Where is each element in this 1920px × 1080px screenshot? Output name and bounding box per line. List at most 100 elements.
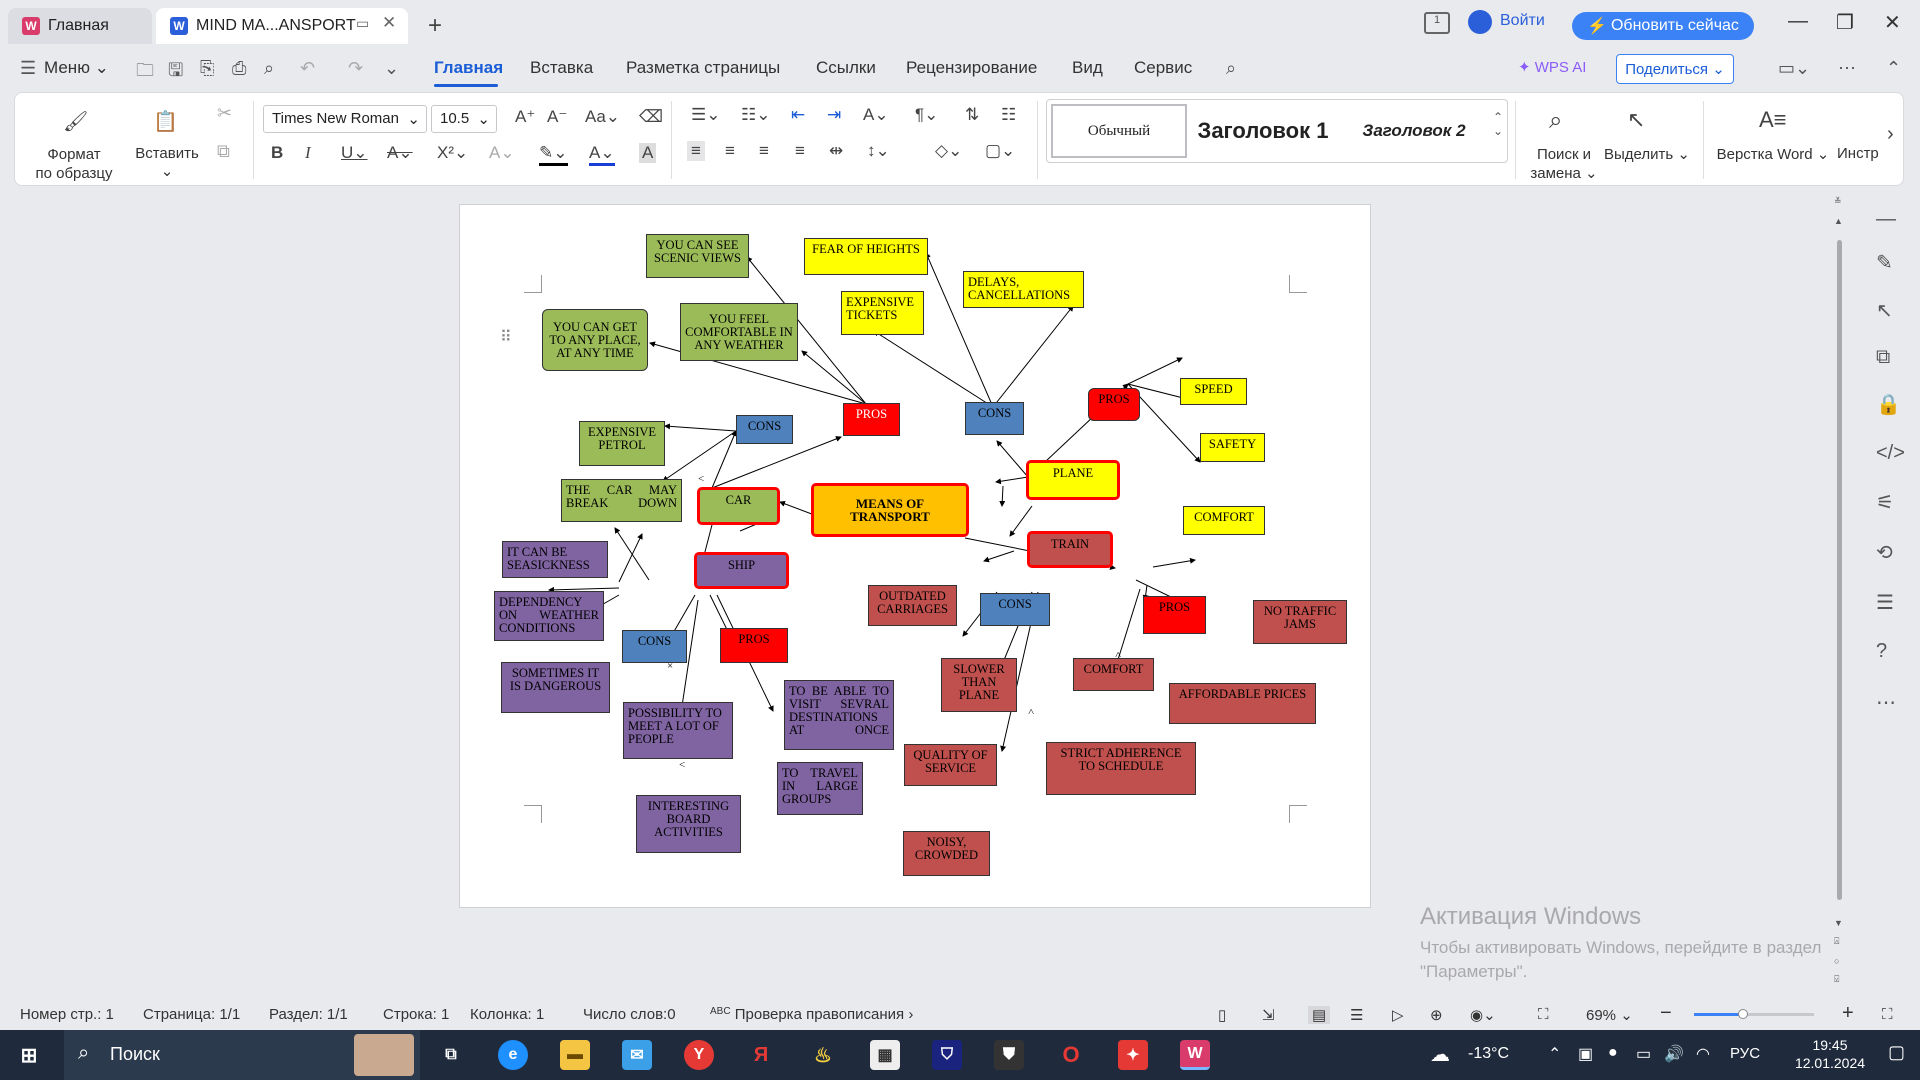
- node-ship-pro-activities[interactable]: INTERESTING BOARD ACTIVITIES: [636, 795, 741, 853]
- hamburger-icon[interactable]: ☰: [20, 58, 36, 79]
- status-page-number[interactable]: Номер стр.: 1: [20, 1006, 114, 1023]
- format-painter-button[interactable]: Формат по образцу: [29, 145, 119, 183]
- node-car-con-breakdown[interactable]: THE CAR MAY BREAK DOWN: [561, 479, 682, 522]
- kinopoisk-icon[interactable]: ♨: [808, 1040, 838, 1070]
- node-car-pro-comfort[interactable]: YOU FEEL COMFORTABLE IN ANY WEATHER: [680, 303, 798, 361]
- char-shading-icon[interactable]: A: [639, 143, 657, 163]
- minimize-icon[interactable]: —: [1788, 10, 1808, 33]
- lock-icon[interactable]: 🔒: [1876, 392, 1901, 417]
- cut-icon[interactable]: ✂: [217, 103, 232, 124]
- export-icon[interactable]: ⎘: [200, 58, 214, 79]
- fullscreen-icon[interactable]: ⛶: [1882, 1006, 1893, 1023]
- node-train-pro-comfort[interactable]: COMFORT: [1073, 658, 1154, 691]
- shield-app-icon[interactable]: ⛉: [932, 1040, 962, 1070]
- borders-icon[interactable]: ▢⌄: [985, 141, 1015, 161]
- edge-browser-icon[interactable]: e: [498, 1040, 528, 1070]
- taskbar-search-box[interactable]: ⌕ Поиск: [64, 1030, 420, 1080]
- italic-icon[interactable]: I: [305, 143, 311, 163]
- print-preview-icon[interactable]: ⌕: [264, 58, 274, 79]
- node-train-con-slower[interactable]: SLOWER THAN PLANE: [941, 658, 1017, 712]
- node-ship-con-dangerous[interactable]: SOMETIMES IT IS DANGEROUS: [501, 662, 610, 713]
- language-indicator[interactable]: РУС: [1730, 1045, 1760, 1062]
- node-ship-con-weather[interactable]: DEPENDENCY ON WEATHER CONDITIONS: [494, 591, 604, 641]
- update-now-button[interactable]: ⚡ Обновить сейчас: [1572, 12, 1754, 40]
- tab-document[interactable]: W MIND MA...ANSPORT ▭ ✕: [156, 8, 408, 44]
- scroll-top-icon[interactable]: ≚: [1834, 196, 1842, 207]
- microsoft-store-icon[interactable]: ▦: [870, 1040, 900, 1070]
- numbering-icon[interactable]: ☷⌄: [741, 105, 770, 125]
- print-icon[interactable]: ⎙: [232, 58, 246, 79]
- menu-button[interactable]: Меню ⌄: [44, 58, 109, 78]
- styles-scroll-icon[interactable]: ⌃ ⌄: [1493, 110, 1503, 138]
- more-options-icon[interactable]: ⋯: [1838, 58, 1856, 79]
- eye-protect-icon[interactable]: ◉⌄: [1470, 1006, 1496, 1024]
- increase-indent-icon[interactable]: ⇥: [827, 105, 841, 125]
- node-car[interactable]: CAR: [697, 487, 780, 525]
- opera-icon[interactable]: O: [1056, 1040, 1086, 1070]
- node-train-pros[interactable]: PROS: [1143, 596, 1206, 634]
- xmind-icon[interactable]: ✦: [1118, 1040, 1148, 1070]
- node-plane-pro-comfort[interactable]: COMFORT: [1183, 506, 1265, 535]
- grow-font-icon[interactable]: A⁺: [515, 107, 535, 127]
- node-train-con-service[interactable]: QUALITY OF SERVICE: [904, 744, 997, 786]
- document-page[interactable]: ⠿ ˂ × ˂ ˄ ˄ MEANS OF TRANSPORT CAR PROS …: [459, 204, 1371, 908]
- file-explorer-icon[interactable]: ▬: [560, 1040, 590, 1070]
- monitor-icon[interactable]: ▭: [356, 15, 369, 32]
- node-center[interactable]: MEANS OF TRANSPORT: [811, 483, 969, 537]
- status-page[interactable]: Страница: 1/1: [143, 1006, 240, 1023]
- node-plane-con-tickets[interactable]: EXPENSIVE TICKETS: [841, 291, 924, 335]
- sort-icon[interactable]: ⇅: [965, 105, 979, 125]
- yandex-browser-icon[interactable]: Y: [684, 1040, 714, 1070]
- search-icon[interactable]: ⌕: [1226, 58, 1236, 79]
- superscript-icon[interactable]: X²⌄: [437, 143, 468, 163]
- node-train-pro-jams[interactable]: NO TRAFFIC JAMS: [1253, 600, 1347, 644]
- tab-insert[interactable]: Вставка: [530, 58, 593, 78]
- align-left-icon[interactable]: ≡: [687, 141, 705, 161]
- history-icon[interactable]: ⟲: [1876, 540, 1893, 565]
- node-car-pros[interactable]: PROS: [843, 403, 900, 436]
- text-effect-icon[interactable]: A⌄: [489, 143, 515, 163]
- bold-icon[interactable]: B: [271, 143, 283, 163]
- close-window-icon[interactable]: ✕: [1884, 10, 1901, 35]
- node-ship-pros[interactable]: PROS: [720, 628, 788, 663]
- shading-icon[interactable]: ◇⌄: [935, 141, 962, 161]
- wps-ai-button[interactable]: ✦ WPS AI: [1518, 58, 1586, 76]
- node-train-pro-schedule[interactable]: STRICT ADHERENCE TO SCHEDULE: [1046, 742, 1196, 795]
- select-button[interactable]: Выделить ⌄: [1601, 145, 1693, 163]
- yandex-icon[interactable]: Я: [746, 1040, 776, 1070]
- clock[interactable]: 19:45 12.01.2024: [1786, 1036, 1874, 1072]
- start-windows-icon[interactable]: ⊞: [14, 1040, 44, 1070]
- paragraph-mark-icon[interactable]: ¶⌄: [915, 105, 938, 125]
- new-tab-icon[interactable]: +: [428, 12, 442, 40]
- clear-format-icon[interactable]: ⌫: [639, 107, 663, 127]
- style-normal[interactable]: Обычный: [1051, 104, 1187, 158]
- wifi-icon[interactable]: ◠: [1696, 1044, 1710, 1064]
- font-color-icon[interactable]: A⌄: [589, 143, 615, 166]
- collapse-ribbon-icon[interactable]: ⌃: [1886, 58, 1901, 79]
- comment-icon[interactable]: ▭⌄: [1778, 58, 1810, 79]
- status-word-count[interactable]: Число слов:0: [583, 1006, 676, 1023]
- view-read-icon[interactable]: ▯: [1218, 1006, 1226, 1024]
- align-right-icon[interactable]: ≡: [759, 141, 769, 161]
- user-avatar-icon[interactable]: [1468, 10, 1492, 34]
- crop-icon[interactable]: ⧉: [1876, 346, 1890, 369]
- share-button[interactable]: Поделиться ⌄: [1616, 54, 1734, 84]
- change-case-icon[interactable]: Aa⌄: [585, 107, 620, 127]
- paste-button[interactable]: Вставить ⌄: [127, 145, 207, 180]
- mail-icon[interactable]: ✉: [622, 1040, 652, 1070]
- style-heading-1[interactable]: Заголовок 1: [1193, 104, 1333, 158]
- open-folder-icon[interactable]: 🗀: [136, 58, 154, 88]
- tab-page-layout[interactable]: Разметка страницы: [626, 58, 780, 78]
- node-plane-pro-speed[interactable]: SPEED: [1180, 378, 1247, 405]
- underline-icon[interactable]: U⌄: [341, 143, 368, 163]
- weather-cloud-icon[interactable]: ☁: [1430, 1042, 1450, 1067]
- tab-home[interactable]: W Главная: [8, 8, 152, 44]
- node-car-con-petrol[interactable]: EXPENSIVE PETROL: [579, 421, 665, 466]
- view-export-icon[interactable]: ⇲: [1262, 1006, 1275, 1024]
- node-ship[interactable]: SHIP: [694, 552, 789, 589]
- select-arrow-icon[interactable]: ↖: [1876, 298, 1893, 323]
- node-ship-pro-groups[interactable]: TO TRAVEL IN LARGE GROUPS: [777, 762, 863, 815]
- more-quick-icon[interactable]: ⌄: [384, 58, 399, 79]
- zoom-slider-thumb[interactable]: [1738, 1009, 1748, 1019]
- tray-status-icon[interactable]: ●: [1608, 1044, 1618, 1062]
